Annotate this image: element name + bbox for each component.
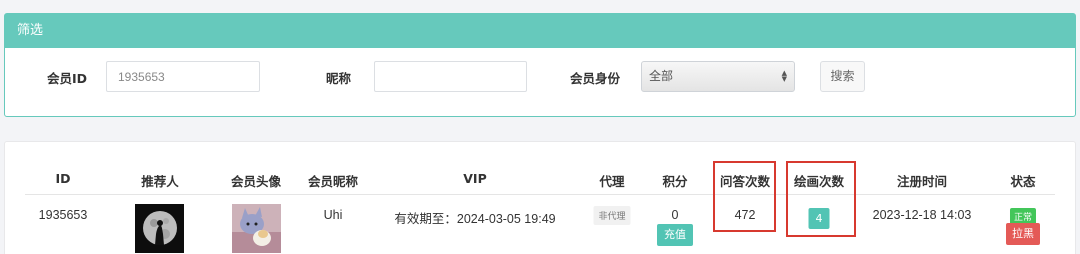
member-avatar[interactable]: [232, 204, 281, 253]
member-identity-select[interactable]: 全部 ▲ ▼: [641, 61, 795, 92]
filter-row: 会员ID 昵称 会员身份 全部 ▲▼ 搜索: [5, 48, 1075, 118]
member-id-label: 会员ID: [47, 71, 88, 86]
member-identity-selected: 全部: [649, 69, 674, 83]
col-header-status: 状态: [1010, 174, 1036, 189]
col-header-vip: VIP: [463, 171, 487, 186]
block-button[interactable]: 拉黑: [1006, 223, 1040, 245]
col-header-avatar: 会员头像: [230, 174, 282, 189]
col-header-referrer: 推荐人: [141, 174, 179, 189]
header-divider: [25, 194, 1055, 195]
col-header-nickname: 会员昵称: [307, 174, 359, 189]
col-header-id: ID: [55, 171, 71, 186]
nickname-label: 昵称: [326, 71, 352, 86]
draw-count-highlight: [786, 161, 856, 237]
cell-id: 1935653: [38, 208, 88, 222]
recharge-button[interactable]: 充值: [657, 224, 693, 246]
member-table-panel: ID 推荐人 会员头像 会员昵称 VIP 代理 积分 问答次数 绘画次数 注册时…: [4, 141, 1076, 254]
member-identity-label: 会员身份: [570, 71, 621, 86]
qa-count-highlight: [713, 161, 776, 232]
member-id-input[interactable]: [106, 61, 260, 92]
updown-chevron-icon: ▲ ▼: [781, 69, 787, 83]
referrer-avatar[interactable]: [135, 204, 184, 253]
cell-points: 0: [671, 208, 679, 222]
filter-panel: 筛选 会员ID 昵称 会员身份 全部 ▲▼ 搜索: [4, 13, 1076, 117]
cell-register-time: 2023-12-18 14:03: [872, 208, 972, 222]
col-header-points: 积分: [662, 174, 688, 189]
col-header-register-time: 注册时间: [896, 174, 948, 189]
filter-title: 筛选: [5, 14, 1075, 48]
nickname-input[interactable]: [374, 61, 527, 92]
search-button[interactable]: 搜索: [820, 61, 865, 92]
col-header-agent: 代理: [599, 174, 625, 189]
cell-nickname: Uhi: [323, 208, 343, 222]
cartoon-avatar-image: [232, 204, 281, 253]
moon-silhouette-image: [135, 204, 184, 253]
agent-badge: 非代理: [593, 206, 631, 225]
cell-vip-expiry: 有效期至：2024-03-05 19:49: [394, 212, 556, 226]
